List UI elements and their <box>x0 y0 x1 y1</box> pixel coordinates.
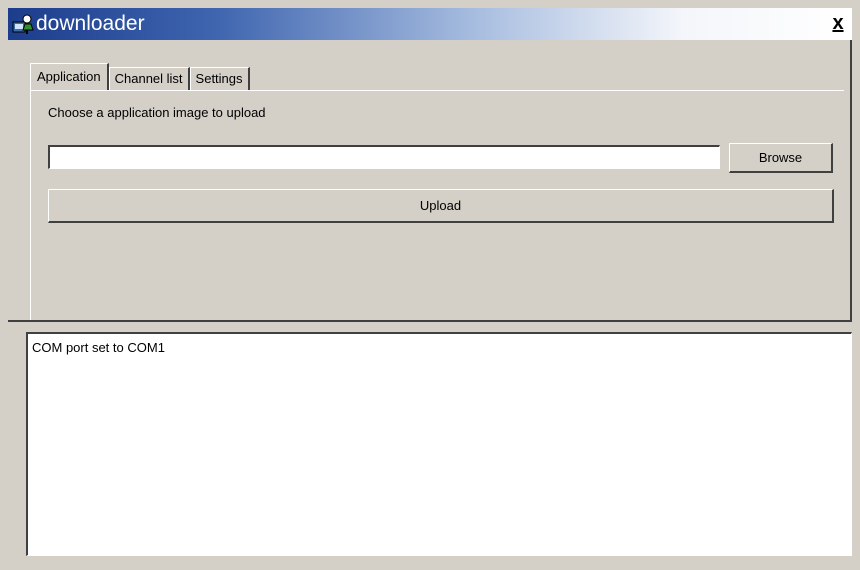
log-line: COM port set to COM1 <box>32 340 165 355</box>
file-path-input[interactable] <box>48 145 720 169</box>
tab-strip: Application Channel list Settings <box>30 60 250 90</box>
window-title: downloader <box>36 12 145 35</box>
browse-button[interactable]: Browse <box>729 143 833 173</box>
application-panel: Application Channel list Settings Choose… <box>8 40 852 322</box>
application-tab-page: Choose a application image to upload Bro… <box>30 90 844 320</box>
log-output[interactable]: COM port set to COM1 <box>26 332 852 556</box>
downloader-app-icon <box>12 14 34 34</box>
title-bar: downloader x <box>8 8 852 40</box>
tab-application[interactable]: Application <box>30 63 109 90</box>
downloader-window: downloader x Application Channel list Se… <box>0 0 860 570</box>
close-button[interactable]: x <box>828 11 848 35</box>
upload-prompt-label: Choose a application image to upload <box>48 105 266 120</box>
tab-channel-list[interactable]: Channel list <box>108 67 190 90</box>
tab-settings[interactable]: Settings <box>189 67 250 90</box>
upload-button[interactable]: Upload <box>48 189 834 223</box>
